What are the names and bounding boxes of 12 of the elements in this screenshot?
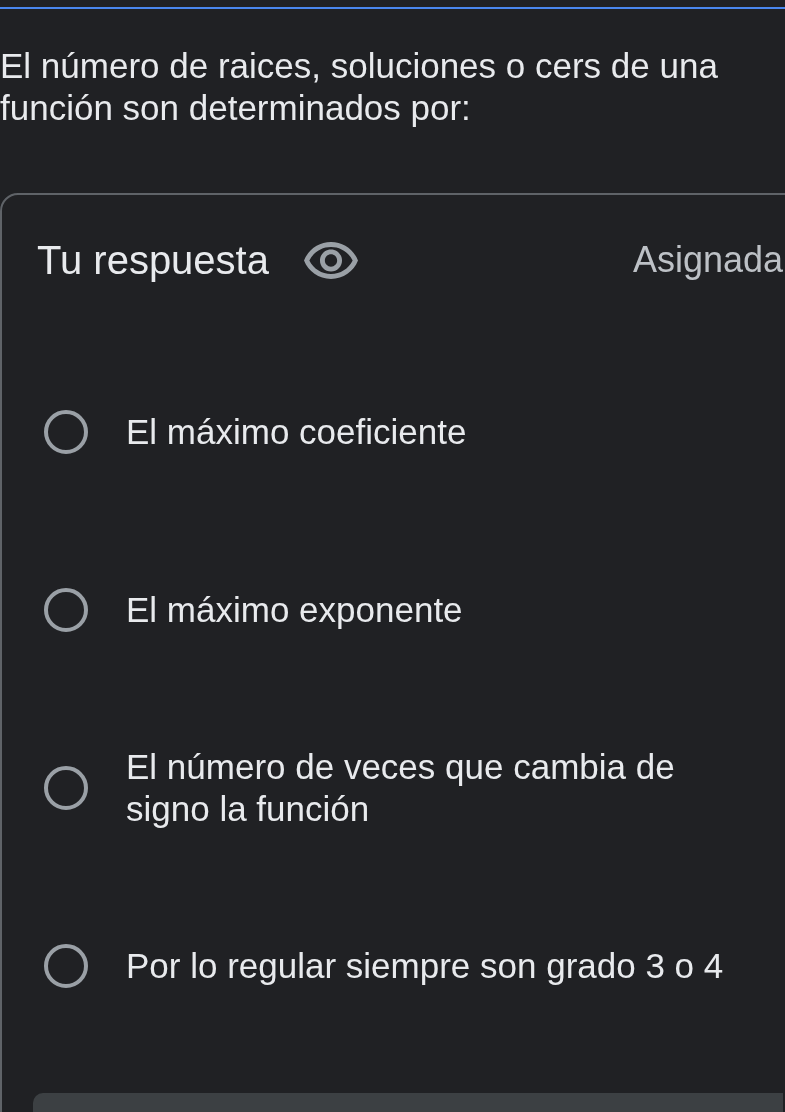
radio-button[interactable] <box>44 588 88 632</box>
option-label: Por lo regular siempre son grado 3 o 4 <box>126 945 724 987</box>
radio-button[interactable] <box>44 766 88 810</box>
status-label: Asignada <box>632 238 783 282</box>
question-text: El número de raices, soluciones o cers de una función son determinados por: <box>0 45 719 129</box>
answer-title: Tu respuesta <box>37 237 269 284</box>
option-label: El número de veces que cambia de signo la función <box>126 746 676 830</box>
radio-button[interactable] <box>44 944 88 988</box>
option-label: El máximo coeficiente <box>126 411 467 453</box>
eye-icon <box>304 241 358 279</box>
radio-button[interactable] <box>44 410 88 454</box>
option-label: El máximo exponente <box>126 589 463 631</box>
